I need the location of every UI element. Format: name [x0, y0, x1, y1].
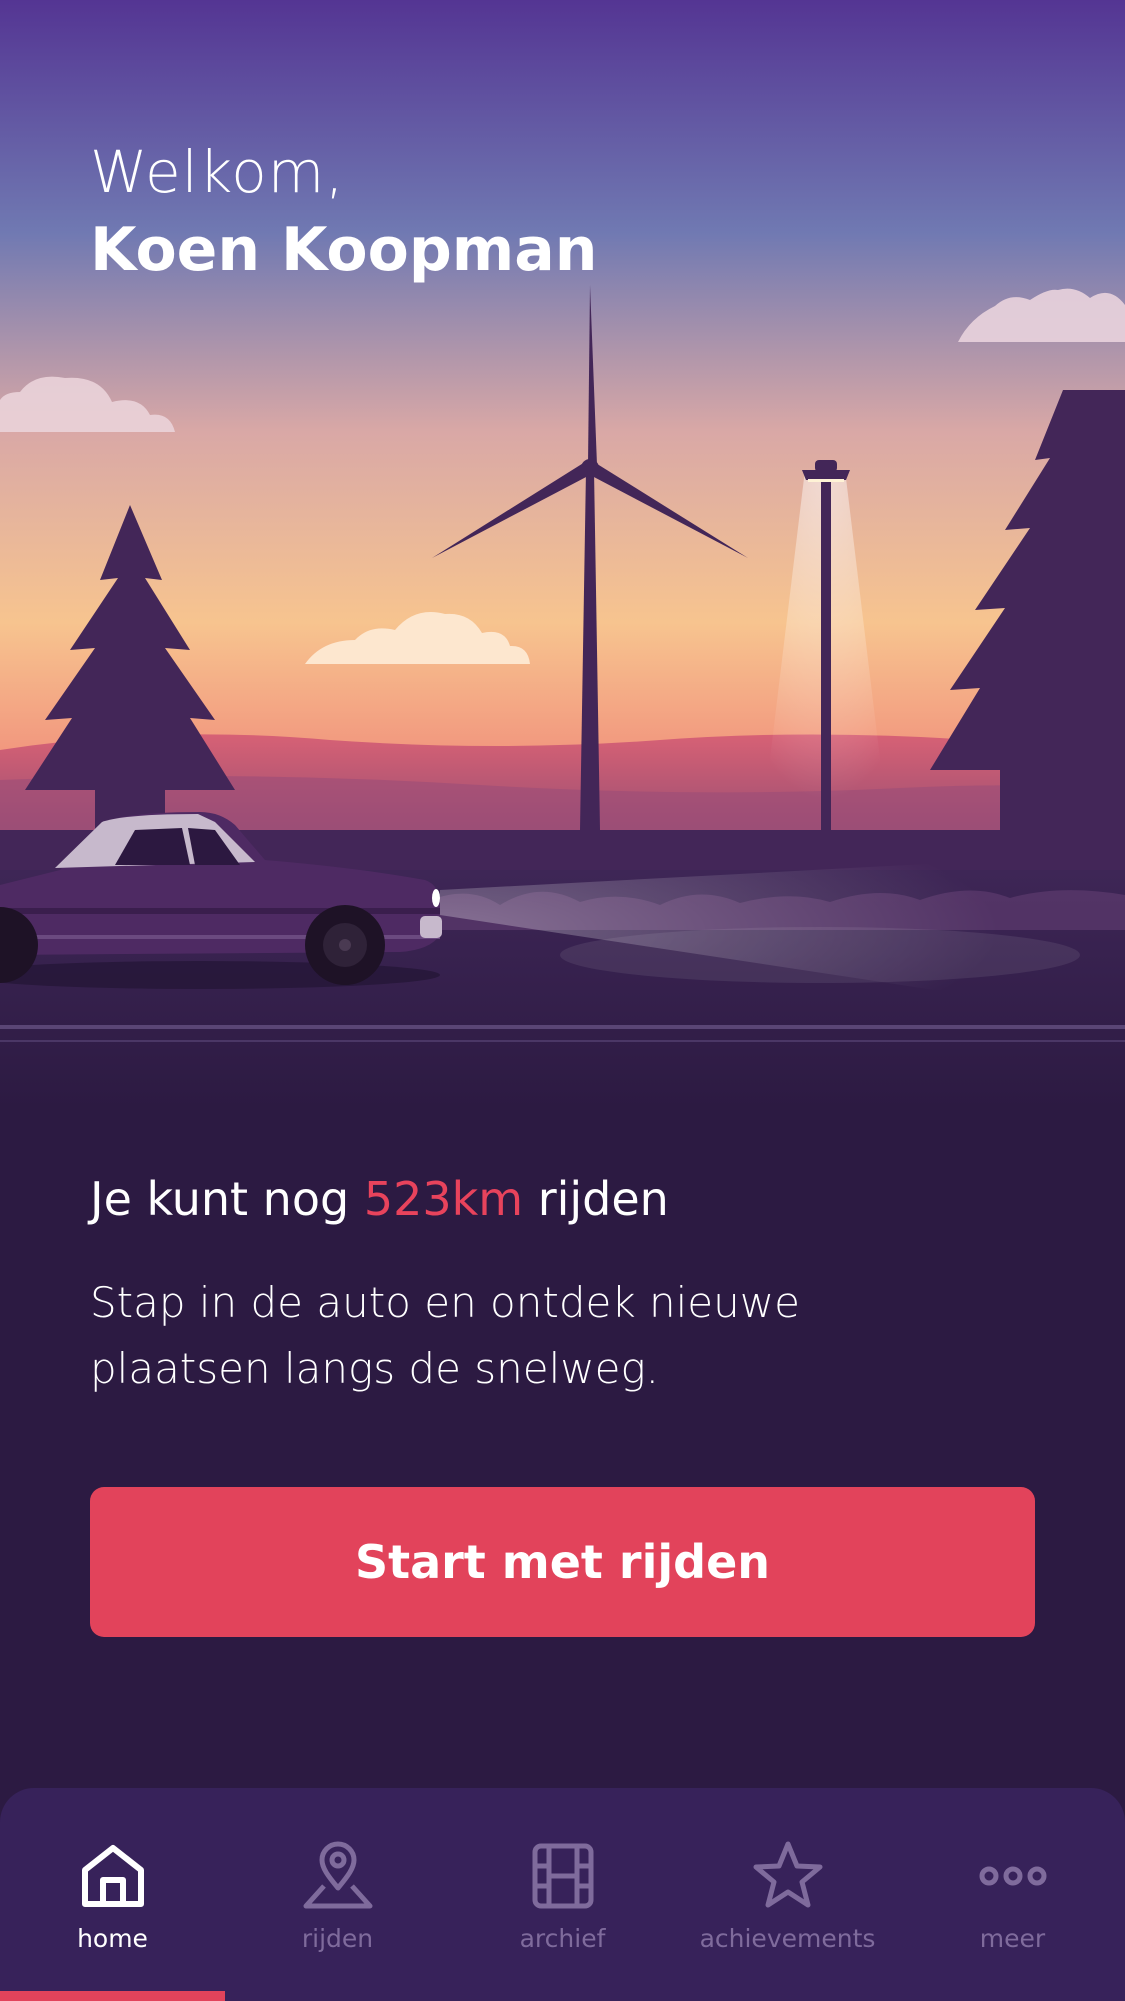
range-prefix: Je kunt nog — [90, 1172, 350, 1226]
tab-label-archief: archief — [519, 1924, 606, 1953]
tab-label-home: home — [77, 1924, 148, 1953]
range-suffix: rijden — [537, 1172, 669, 1226]
tab-meer[interactable]: meer — [900, 1788, 1125, 2001]
tab-home[interactable]: home — [0, 1788, 225, 2001]
tab-rijden[interactable]: rijden — [225, 1788, 450, 2001]
more-icon — [979, 1866, 1046, 1886]
tab-achievements[interactable]: achievements — [675, 1788, 900, 2001]
range-distance: 523km — [363, 1172, 524, 1226]
home-screen: Welkom, Koen Koopman Je kunt nog 523km r… — [0, 0, 1125, 2001]
home-icon — [81, 1845, 144, 1907]
tab-archief[interactable]: archief — [450, 1788, 675, 2001]
welcome-text: Welkom, — [90, 138, 345, 206]
film-icon — [532, 1843, 593, 1909]
tab-label-meer: meer — [979, 1924, 1046, 1953]
greeting: Welkom, Koen Koopman — [90, 135, 598, 291]
bottom-tab-bar: home rijden archief achievements meer — [0, 1788, 1125, 2001]
description-text: Stap in de auto en ontdek nieuwe plaatse… — [90, 1278, 800, 1393]
map-pin-icon — [303, 1841, 372, 1909]
start-driving-button[interactable]: Start met rijden — [90, 1487, 1035, 1637]
range-headline: Je kunt nog 523km rijden — [90, 1172, 669, 1226]
user-name: Koen Koopman — [90, 215, 598, 285]
tab-label-achievements: achievements — [699, 1924, 876, 1953]
active-tab-indicator — [0, 1991, 225, 2001]
star-icon — [753, 1841, 822, 1908]
tab-label-rijden: rijden — [301, 1924, 374, 1953]
